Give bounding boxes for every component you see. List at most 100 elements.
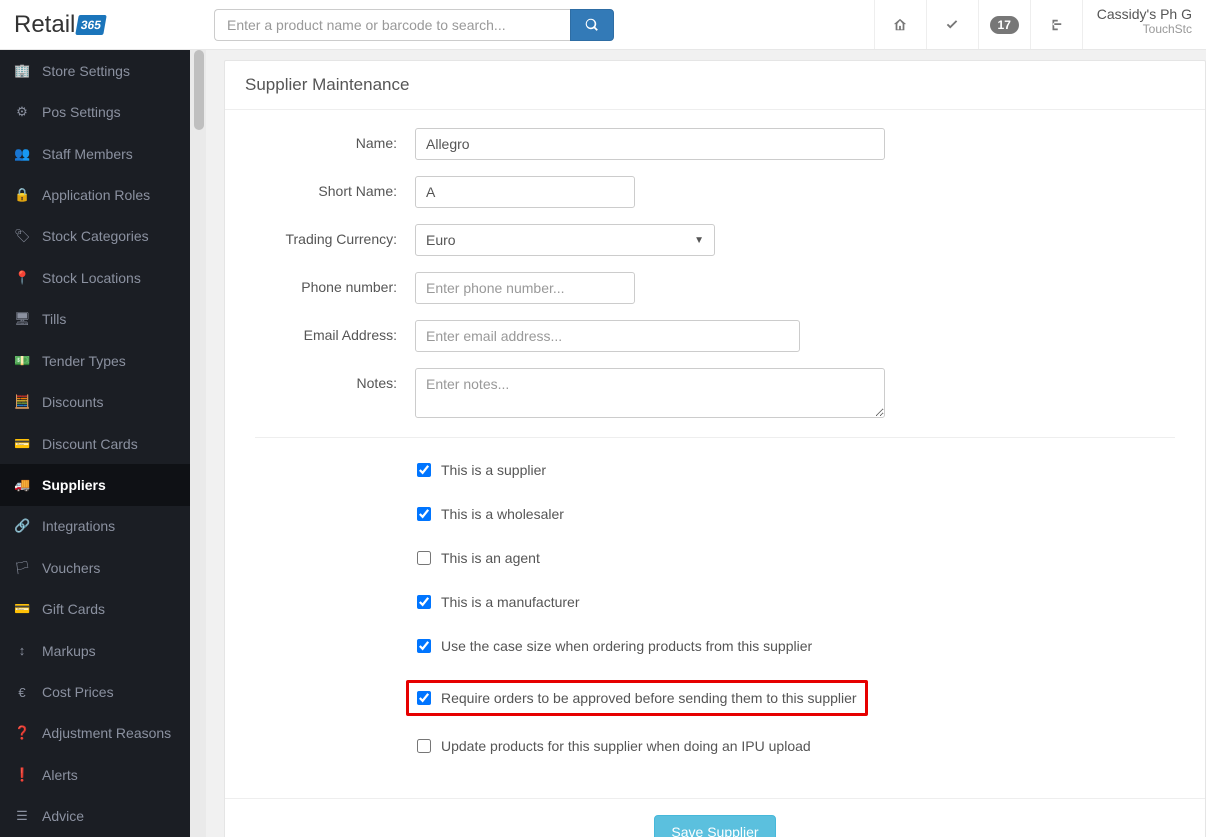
logout-icon [1049,18,1063,32]
check-button[interactable] [926,0,978,49]
sidebar-item-label: Alerts [42,767,78,783]
sidebar-item-pos-settings[interactable]: ⚙Pos Settings [0,91,190,132]
logout-button[interactable] [1030,0,1082,49]
approve-label[interactable]: Require orders to be approved before sen… [441,690,857,706]
home-button[interactable] [874,0,926,49]
email-input[interactable] [415,320,800,352]
divider [255,437,1175,438]
sidebar: 🏢Store Settings ⚙Pos Settings 👥 Staff Mem… [0,50,190,837]
sidebar-scrollbar[interactable] [190,50,206,837]
agent-checkbox[interactable] [417,551,431,565]
money-icon: 💵 [14,353,30,369]
sidebar-item-markups[interactable]: ↕ Markups [0,630,190,671]
supplier-label[interactable]: This is a supplier [441,462,546,478]
name-input[interactable] [415,128,885,160]
sidebar-item-gift-cards[interactable]: 💳Gift Cards [0,588,190,629]
agent-label[interactable]: This is an agent [441,550,540,566]
notes-input[interactable] [415,368,885,418]
sidebar-item-label: Gift Cards [42,601,105,617]
manufacturer-label[interactable]: This is a manufacturer [441,594,580,610]
sidebar-item-label: Cost Prices [42,684,114,700]
phone-input[interactable] [415,272,635,304]
currency-select[interactable]: Euro ▼ [415,224,715,256]
notifications-button[interactable]: 17 [978,0,1030,49]
case-size-label[interactable]: Use the case size when ordering products… [441,638,812,654]
sidebar-item-adjustment-reasons[interactable]: ❓ Adjustment Reasons [0,713,190,754]
euro-icon: € [14,685,30,700]
sidebar-item-label: Stock Categories [42,228,149,244]
tag-icon: 🏷 [14,228,30,244]
user-block[interactable]: Cassidy's Ph G TouchStc [1082,0,1206,49]
manufacturer-checkbox[interactable] [417,595,431,609]
calculator-icon: 🧮 [14,394,30,410]
sidebar-item-label: Store Settings [42,63,130,79]
sidebar-item-label: Adjustment Reasons [42,725,171,741]
sidebar-item-store-settings[interactable]: 🏢Store Settings [0,50,190,91]
users-icon: 👥 [14,146,30,162]
sidebar-item-label: Tills [42,311,66,327]
brand-badge: 365 [76,15,108,35]
search-icon [585,18,599,32]
page-title: Supplier Maintenance [225,61,1205,110]
caret-down-icon: ▼ [694,235,704,246]
sidebar-item-vouchers[interactable]: 🏳Vouchers [0,547,190,588]
card-icon: 💳 [14,436,30,452]
supplier-checkbox[interactable] [417,463,431,477]
search-button[interactable] [570,9,614,41]
main-content: Supplier Maintenance Name: Short Name: T… [206,50,1206,837]
label-name: Name: [255,128,415,151]
topbar: Retail365 17 Cassidy' [0,0,1206,50]
link-icon: 🔗 [14,518,30,534]
sidebar-item-advice[interactable]: ☰ Advice [0,796,190,837]
case-size-checkbox[interactable] [417,639,431,653]
user-line1: Cassidy's Ph G [1097,6,1192,22]
sidebar-item-stock-locations[interactable]: 📍Stock Locations [0,257,190,298]
search-input[interactable] [214,9,570,41]
ipu-checkbox[interactable] [417,739,431,753]
approve-checkbox[interactable] [417,691,431,705]
sidebar-item-stock-categories[interactable]: 🏷 Stock Categories [0,216,190,257]
up-arrow-icon: ↕ [14,643,30,658]
list-icon: ☰ [14,808,30,824]
short-name-input[interactable] [415,176,635,208]
alert-icon: ❗ [14,767,30,783]
sidebar-item-label: Markups [42,643,96,659]
save-button[interactable]: Save Supplier [654,815,775,837]
wholesaler-checkbox[interactable] [417,507,431,521]
form-body: Name: Short Name: Trading Currency: Euro… [225,110,1205,798]
flag-icon: 🏳 [14,560,30,576]
sidebar-item-label: Discount Cards [42,436,138,452]
question-icon: ❓ [14,725,30,741]
sidebar-item-label: Staff Members [42,146,133,162]
label-notes: Notes: [255,368,415,391]
truck-icon: 🚚 [14,477,30,493]
notification-badge: 17 [990,16,1019,34]
sidebar-item-discount-cards[interactable]: 💳 Discount Cards [0,423,190,464]
home-icon [893,18,907,32]
sidebar-item-label: Suppliers [42,477,106,493]
scrollbar-thumb[interactable] [194,50,204,130]
sidebar-item-discounts[interactable]: 🧮Discounts [0,381,190,422]
sidebar-item-suppliers[interactable]: 🚚 Suppliers [0,464,190,505]
marker-icon: 📍 [14,270,30,286]
search-form [214,9,614,41]
card-footer: Save Supplier [225,798,1205,837]
checkbox-group: This is a supplier This is a wholesaler … [415,460,1175,756]
brand-logo[interactable]: Retail365 [0,0,200,49]
sidebar-item-cost-prices[interactable]: € Cost Prices [0,671,190,712]
label-currency: Trading Currency: [255,224,415,247]
sidebar-item-tender-types[interactable]: 💵Tender Types [0,340,190,381]
sidebar-item-integrations[interactable]: 🔗Integrations [0,506,190,547]
lock-icon: 🔒 [14,187,30,203]
sidebar-item-alerts[interactable]: ❗ Alerts [0,754,190,795]
ipu-label[interactable]: Update products for this supplier when d… [441,738,811,754]
brand-name: Retail [14,11,75,39]
wholesaler-label[interactable]: This is a wholesaler [441,506,564,522]
sidebar-item-application-roles[interactable]: 🔒Application Roles [0,174,190,215]
sidebar-item-label: Advice [42,808,84,824]
check-icon [945,18,959,32]
label-phone: Phone number: [255,272,415,295]
desktop-icon: 🖥 [14,311,30,327]
sidebar-item-tills[interactable]: 🖥 Tills [0,299,190,340]
sidebar-item-staff-members[interactable]: 👥 Staff Members [0,133,190,174]
